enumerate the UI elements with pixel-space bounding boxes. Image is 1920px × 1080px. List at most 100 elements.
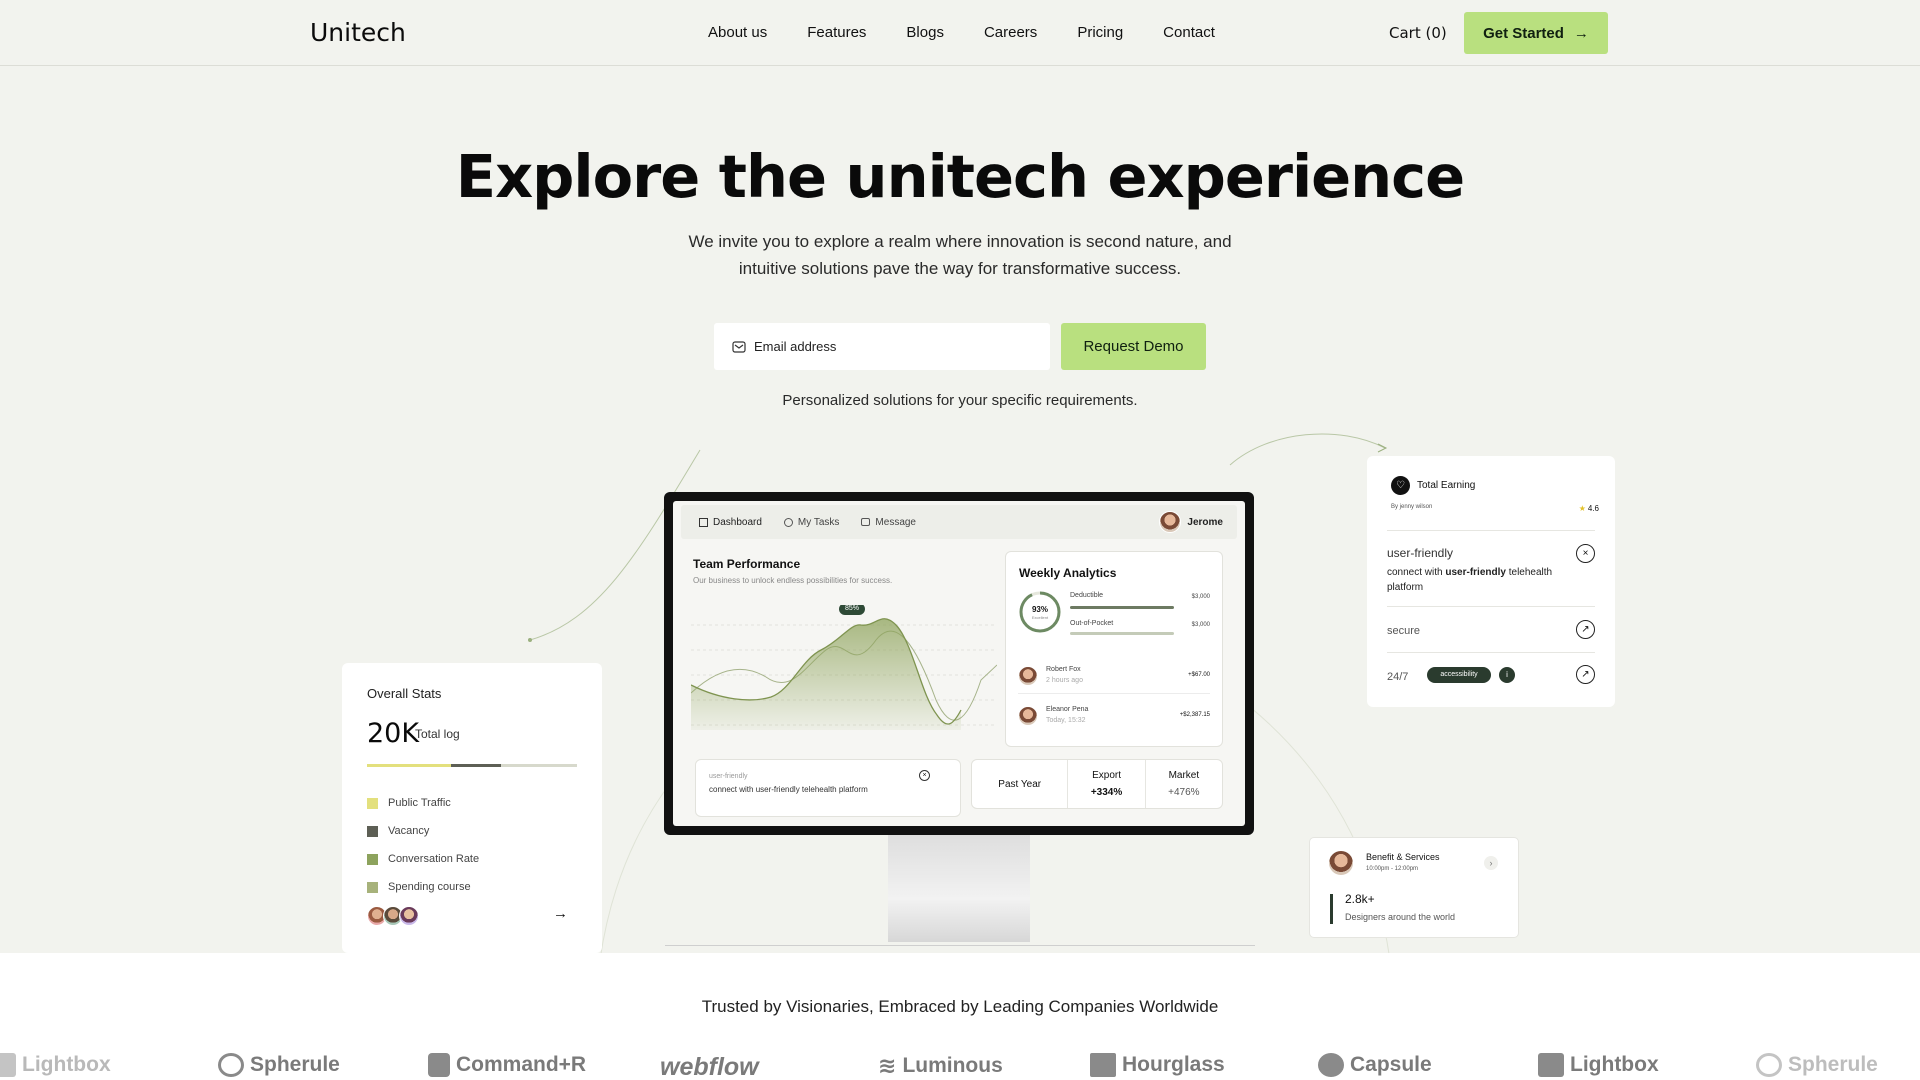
person-name: Robert Fox [1046, 666, 1081, 673]
avatar [1328, 850, 1354, 876]
arrow-up-right-icon[interactable]: ↗ [1576, 665, 1595, 684]
legend-item: Spending course [367, 873, 479, 901]
card-text: connect with user-friendly telehealth pl… [709, 785, 868, 794]
nav-link-blogs[interactable]: Blogs [906, 24, 944, 41]
logo-label: Luminous [902, 1054, 1003, 1077]
person-time: Today, 15:32 [1046, 717, 1086, 724]
avatar [1159, 511, 1182, 533]
hourglass-icon [1090, 1053, 1116, 1077]
export-label: Export [1092, 770, 1121, 781]
earning-item-secure[interactable]: secure ↗ [1387, 606, 1595, 652]
logo-label: Spherule [250, 1053, 340, 1076]
mail-icon [732, 340, 746, 353]
grid-icon [699, 517, 708, 527]
item-text-d: platform [1387, 582, 1424, 593]
avatar [1018, 666, 1038, 686]
tab-my-tasks[interactable]: My Tasks [783, 517, 839, 528]
dashboard-screen: Dashboard My Tasks Message Jerome Team P… [673, 501, 1245, 826]
period-selector[interactable]: Past Year [972, 760, 1069, 808]
benefit-services-card: Benefit & Services 10:00pm - 12:00pm › 2… [1309, 837, 1519, 938]
logo-lightbox: Lightbox [0, 1053, 111, 1077]
item-text-c: telehealth [1505, 567, 1553, 578]
logo-label: Hourglass [1122, 1053, 1225, 1076]
accent-bar [1330, 894, 1333, 924]
hero-subtitle-line-2: intuitive solutions pave the way for tra… [738, 259, 1182, 278]
rating-value: 4.6 [1587, 504, 1599, 513]
stats-title: Overall Stats [367, 686, 442, 701]
arrow-up-right-icon[interactable]: ↗ [1576, 620, 1595, 639]
benefit-desc: Designers around the world [1345, 912, 1456, 922]
list-item[interactable]: Eleanor Pena Today, 15:32 +$2,387.15 [1018, 700, 1210, 734]
logo-label: Command+R [456, 1053, 587, 1076]
swatch [367, 797, 378, 809]
logo-hourglass: Hourglass [1090, 1053, 1225, 1077]
chevron-right-icon[interactable]: › [1484, 856, 1498, 870]
stats-legend: Public Traffic Vacancy Conversation Rate… [367, 789, 479, 901]
item-title: secure [1387, 625, 1421, 637]
nav-link-pricing[interactable]: Pricing [1077, 24, 1123, 41]
swatch [367, 853, 378, 865]
market-value: +476% [1168, 787, 1200, 798]
tab-message[interactable]: Message [861, 517, 916, 528]
item-text-a: connect with [1387, 567, 1446, 578]
stats-summary-card: Past Year Export +334% Market +476% [971, 759, 1223, 809]
list-item[interactable]: Robert Fox 2 hours ago +$67.00 [1018, 660, 1210, 694]
request-demo-button[interactable]: Request Demo [1061, 323, 1206, 370]
earning-item-24-7[interactable]: 24/7 accessibility i ↗ [1387, 652, 1595, 698]
get-started-button[interactable]: Get Started → [1464, 12, 1608, 54]
close-icon[interactable]: × [919, 770, 930, 781]
user-friendly-card[interactable]: user-friendly connect with user-friendly… [695, 759, 961, 817]
nav-link-about[interactable]: About us [708, 24, 767, 41]
earning-item-user-friendly[interactable]: user-friendly × connect with user-friend… [1387, 530, 1595, 606]
logo-commandr: Command+R [428, 1053, 586, 1077]
person-name: Eleanor Pena [1046, 706, 1089, 713]
commandr-icon [428, 1053, 450, 1077]
team-performance: Team Performance Our business to unlock … [693, 557, 1003, 585]
email-field[interactable]: Email address [714, 323, 1050, 370]
gauge-value: 93% [1031, 605, 1048, 614]
team-performance-title: Team Performance [693, 557, 801, 571]
earning-title: Total Earning [1417, 480, 1476, 491]
logo-capsule: Capsule [1318, 1053, 1432, 1077]
nav-link-features[interactable]: Features [807, 24, 866, 41]
person-time: 2 hours ago [1046, 677, 1083, 684]
main-menu: About us Features Blogs Careers Pricing … [708, 24, 1215, 41]
email-placeholder: Email address [754, 339, 837, 354]
item-text: connect with user-friendly telehealth pla… [1387, 565, 1587, 595]
performance-chart [691, 605, 997, 730]
market-label: Market [1168, 770, 1200, 781]
trusted-title: Trusted by Visionaries, Embraced by Lead… [701, 997, 1219, 1016]
lightbox-icon [1538, 1053, 1564, 1077]
swatch [367, 881, 378, 893]
arrow-right-icon[interactable]: → [553, 905, 568, 922]
logo-label: Lightbox [1570, 1053, 1659, 1076]
rating: ★ 4.6 [1579, 504, 1599, 513]
avatar [399, 906, 419, 926]
info-icon[interactable]: i [1499, 667, 1515, 683]
card-small-label: user-friendly [709, 773, 748, 780]
legend-item: Public Traffic [367, 789, 479, 817]
total-earning-card: ♡ Total Earning By jenny wilson ★ 4.6 us… [1367, 456, 1615, 707]
legend-label: Spending course [388, 881, 471, 893]
luminous-icon: ≋ [878, 1053, 897, 1078]
brand-logo[interactable]: Unitech [310, 18, 406, 47]
legend-label: Public Traffic [388, 797, 451, 809]
top-nav: Unitech About us Features Blogs Careers … [0, 0, 1920, 66]
close-icon[interactable]: × [1576, 544, 1595, 563]
legend-item: Conversation Rate [367, 845, 479, 873]
logo-luminous: ≋ Luminous [878, 1053, 1003, 1079]
tab-dashboard[interactable]: Dashboard [699, 517, 762, 528]
stats-value: 20K [367, 718, 420, 749]
segment-vacancy [451, 764, 501, 767]
nav-link-contact[interactable]: Contact [1163, 24, 1215, 41]
user-menu[interactable]: Jerome [1159, 511, 1223, 533]
heart-icon: ♡ [1391, 476, 1410, 495]
cart-link[interactable]: Cart (0) [1389, 24, 1447, 42]
logo-label: Capsule [1350, 1053, 1432, 1076]
oop-label: Out-of-Pocket [1070, 620, 1114, 627]
star-icon: ★ [1578, 504, 1586, 513]
nav-link-careers[interactable]: Careers [984, 24, 1037, 41]
weekly-analytics-title: Weekly Analytics [1019, 566, 1117, 580]
overall-stats-card: Overall Stats 20K Total log Public Traff… [342, 663, 602, 953]
hero-title: Explore the unitech experience [455, 142, 1465, 211]
